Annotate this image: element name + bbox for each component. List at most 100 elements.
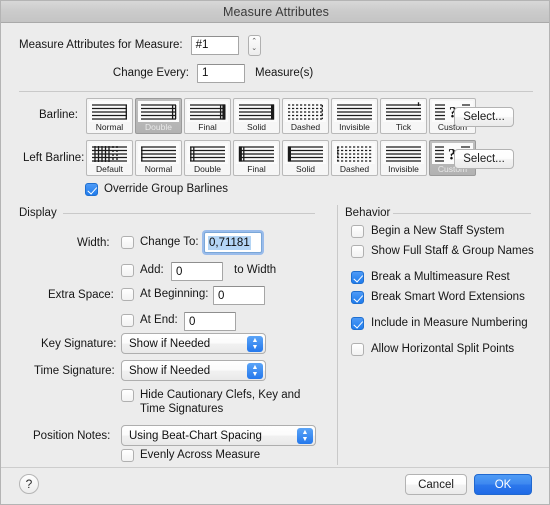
barline-select-button[interactable]: Select... [454,107,514,127]
behavior-checkbox-4[interactable] [351,317,364,330]
measure-number-input[interactable]: #1 [190,35,239,55]
left-barline-invisible-button[interactable]: Invisible [380,140,427,176]
left-barline-default-label: Default [96,164,123,174]
left-barline-default-button[interactable]: Default [86,140,133,176]
change-every-suffix: Measure(s) [255,67,314,79]
change-to-input[interactable]: 0,71181 [204,232,262,253]
hide-cautionary-row[interactable]: Hide Cautionary Clefs, Key and Time Sign… [121,389,321,416]
behavior-label-1: Show Full Staff & Group Names [371,245,534,257]
evenly-across-label: Evenly Across Measure [140,449,261,461]
add-width-checkbox[interactable] [121,264,134,277]
cancel-button[interactable]: Cancel [405,474,467,495]
at-beginning-checkbox[interactable] [121,288,134,301]
left-barline-final-icon [236,143,277,164]
behavior-label-4: Include in Measure Numbering [371,317,528,329]
behavior-item-2[interactable]: Break a Multimeasure Rest [351,271,510,284]
barline-double-label: Double [145,122,172,132]
add-width-input[interactable]: 0 [171,262,223,281]
key-signature-label: Key Signature: [41,338,117,350]
change-to-row[interactable]: Change To: [121,236,199,249]
display-group-title: Display [19,207,57,219]
measure-for-label: Measure Attributes for Measure: [19,39,183,51]
hide-cautionary-label-line1: Hide Cautionary Clefs, Key and [140,389,301,401]
add-width-suffix: to Width [234,264,277,276]
measure-attributes-dialog: Measure Attributes Measure Attributes fo… [0,0,550,505]
behavior-checkbox-2[interactable] [351,271,364,284]
left-barline-double-button[interactable]: Double [184,140,231,176]
help-button[interactable]: ? [19,474,39,494]
hide-cautionary-label-line2: Time Signatures [140,403,224,415]
left-barline-final-button[interactable]: Final [233,140,280,176]
time-signature-select[interactable]: Show if Needed ▲ ▼ [121,360,266,381]
behavior-label-2: Break a Multimeasure Rest [371,271,510,283]
override-group-barlines-checkbox[interactable] [85,183,98,196]
barline-options: Normal Double Final Solid Dashed Invisib… [86,98,476,134]
add-width-row[interactable]: Add: [121,264,164,277]
behavior-checkbox-0[interactable] [351,225,364,238]
display-group-rule [63,213,315,214]
at-end-checkbox[interactable] [121,314,134,327]
behavior-checkbox-3[interactable] [351,291,364,304]
barline-normal-label: Normal [95,122,124,132]
time-signature-chevrons-icon[interactable]: ▲ ▼ [247,363,263,379]
at-beginning-label: At Beginning: [140,288,209,300]
ok-button[interactable]: OK [474,474,532,495]
behavior-checkbox-5[interactable] [351,343,364,356]
left-barline-double-icon [187,143,228,164]
measure-number-stepper[interactable]: ⌃ ⌄ [247,34,261,56]
barline-double-icon [138,101,179,122]
at-end-row[interactable]: At End: [121,314,178,327]
barline-invisible-button[interactable]: Invisible [331,98,378,134]
barline-normal-button[interactable]: Normal [86,98,133,134]
position-notes-chevrons-icon[interactable]: ▲ ▼ [297,428,313,444]
hide-cautionary-checkbox[interactable] [121,389,134,402]
barline-tick-button[interactable]: Tick [380,98,427,134]
at-end-input[interactable]: 0 [184,312,236,331]
top-divider [19,91,533,92]
left-barline-options: Default Normal Double Final Solid Dashed… [86,140,476,176]
barline-solid-button[interactable]: Solid [233,98,280,134]
left-barline-solid-button[interactable]: Solid [282,140,329,176]
left-barline-normal-button[interactable]: Normal [135,140,182,176]
left-barline-dashed-icon [334,143,375,164]
barline-final-label: Final [198,122,217,132]
change-to-label: Change To: [140,236,199,248]
behavior-checkbox-1[interactable] [351,245,364,258]
left-barline-invisible-icon [383,143,424,164]
change-to-value: 0,71181 [208,235,251,250]
left-barline-select-button[interactable]: Select... [454,149,514,169]
measure-for-row: Measure Attributes for Measure: #1 ⌃ ⌄ [19,34,533,56]
change-every-input[interactable]: 1 [197,63,245,83]
behavior-item-5[interactable]: Allow Horizontal Split Points [351,343,514,356]
barline-double-button[interactable]: Double [135,98,182,134]
left-barline-dashed-button[interactable]: Dashed [331,140,378,176]
at-beginning-input[interactable]: 0 [213,286,265,305]
behavior-label-0: Begin a New Staff System [371,225,505,237]
stepper-up-icon[interactable]: ⌃ [251,38,257,45]
barline-label: Barline: [39,109,78,121]
barline-dashed-button[interactable]: Dashed [282,98,329,134]
left-barline-label: Left Barline: [23,152,85,164]
behavior-label-5: Allow Horizontal Split Points [371,343,515,355]
override-group-barlines-row[interactable]: Override Group Barlines [85,183,228,196]
evenly-across-checkbox[interactable] [121,449,134,462]
at-beginning-row[interactable]: At Beginning: [121,288,208,301]
change-to-checkbox[interactable] [121,236,134,249]
barline-dashed-icon [285,101,326,122]
barline-solid-label: Solid [247,122,266,132]
change-every-label: Change Every: [112,67,189,79]
behavior-item-3[interactable]: Break Smart Word Extensions [351,291,525,304]
behavior-item-4[interactable]: Include in Measure Numbering [351,317,528,330]
barline-invisible-icon [334,101,375,122]
barline-tick-icon [383,101,424,122]
behavior-item-1[interactable]: Show Full Staff & Group Names [351,245,534,258]
evenly-across-row[interactable]: Evenly Across Measure [121,449,260,462]
stepper-down-icon[interactable]: ⌄ [251,45,257,52]
barline-final-button[interactable]: Final [184,98,231,134]
key-signature-select[interactable]: Show if Needed ▲ ▼ [121,333,266,354]
position-notes-select[interactable]: Using Beat-Chart Spacing ▲ ▼ [121,425,316,446]
left-barline-solid-label: Solid [296,164,315,174]
left-barline-invisible-label: Invisible [388,164,419,174]
behavior-item-0[interactable]: Begin a New Staff System [351,225,504,238]
key-signature-chevrons-icon[interactable]: ▲ ▼ [247,336,263,352]
